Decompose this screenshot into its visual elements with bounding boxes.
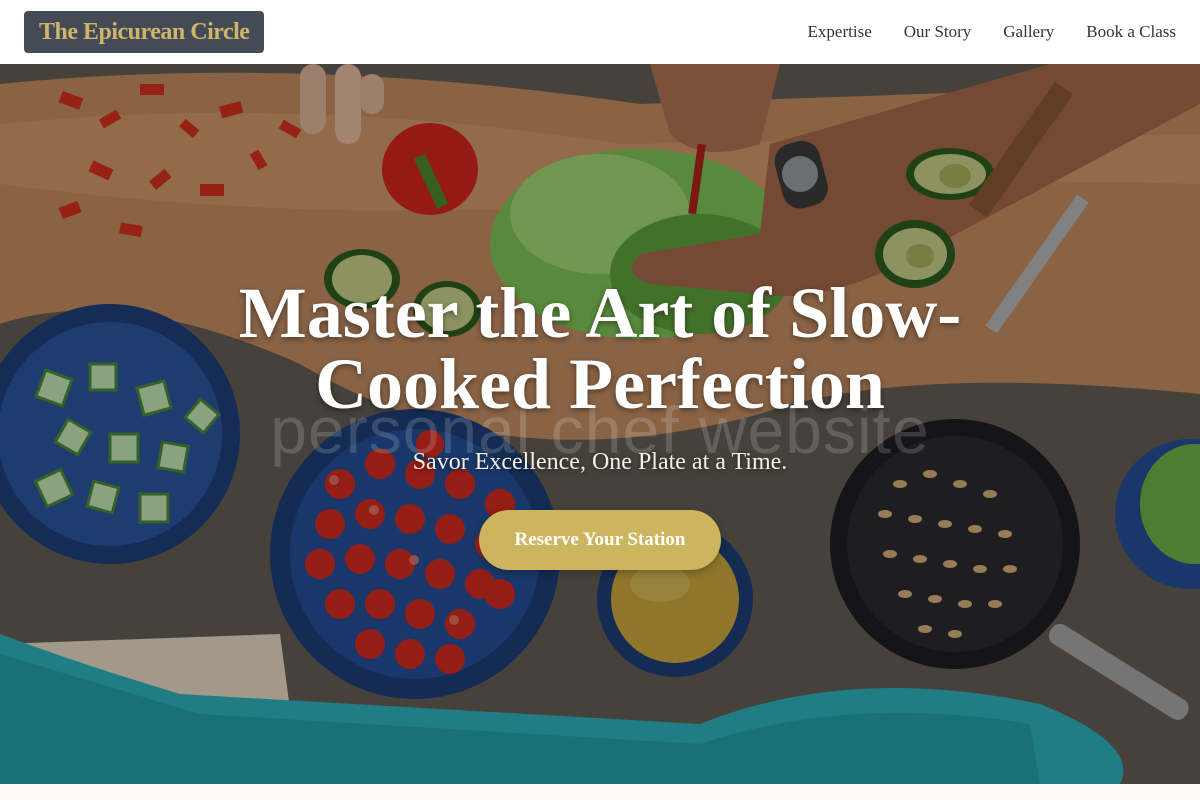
nav-link-book-a-class[interactable]: Book a Class: [1086, 22, 1176, 42]
nav-link-expertise[interactable]: Expertise: [808, 22, 872, 42]
hero-section: personal chef website Master the Art of …: [0, 64, 1200, 784]
main-nav: Expertise Our Story Gallery Book a Class: [808, 22, 1176, 42]
hero-title: Master the Art of Slow-Cooked Perfection: [238, 273, 962, 424]
brand-logo[interactable]: The Epicurean Circle: [24, 11, 265, 53]
reserve-station-button[interactable]: Reserve Your Station: [479, 510, 721, 570]
navbar: The Epicurean Circle Expertise Our Story…: [0, 0, 1200, 64]
hero-subtitle: Savor Excellence, One Plate at a Time.: [412, 449, 788, 475]
nav-link-our-story[interactable]: Our Story: [904, 22, 972, 42]
nav-link-gallery[interactable]: Gallery: [1003, 22, 1054, 42]
